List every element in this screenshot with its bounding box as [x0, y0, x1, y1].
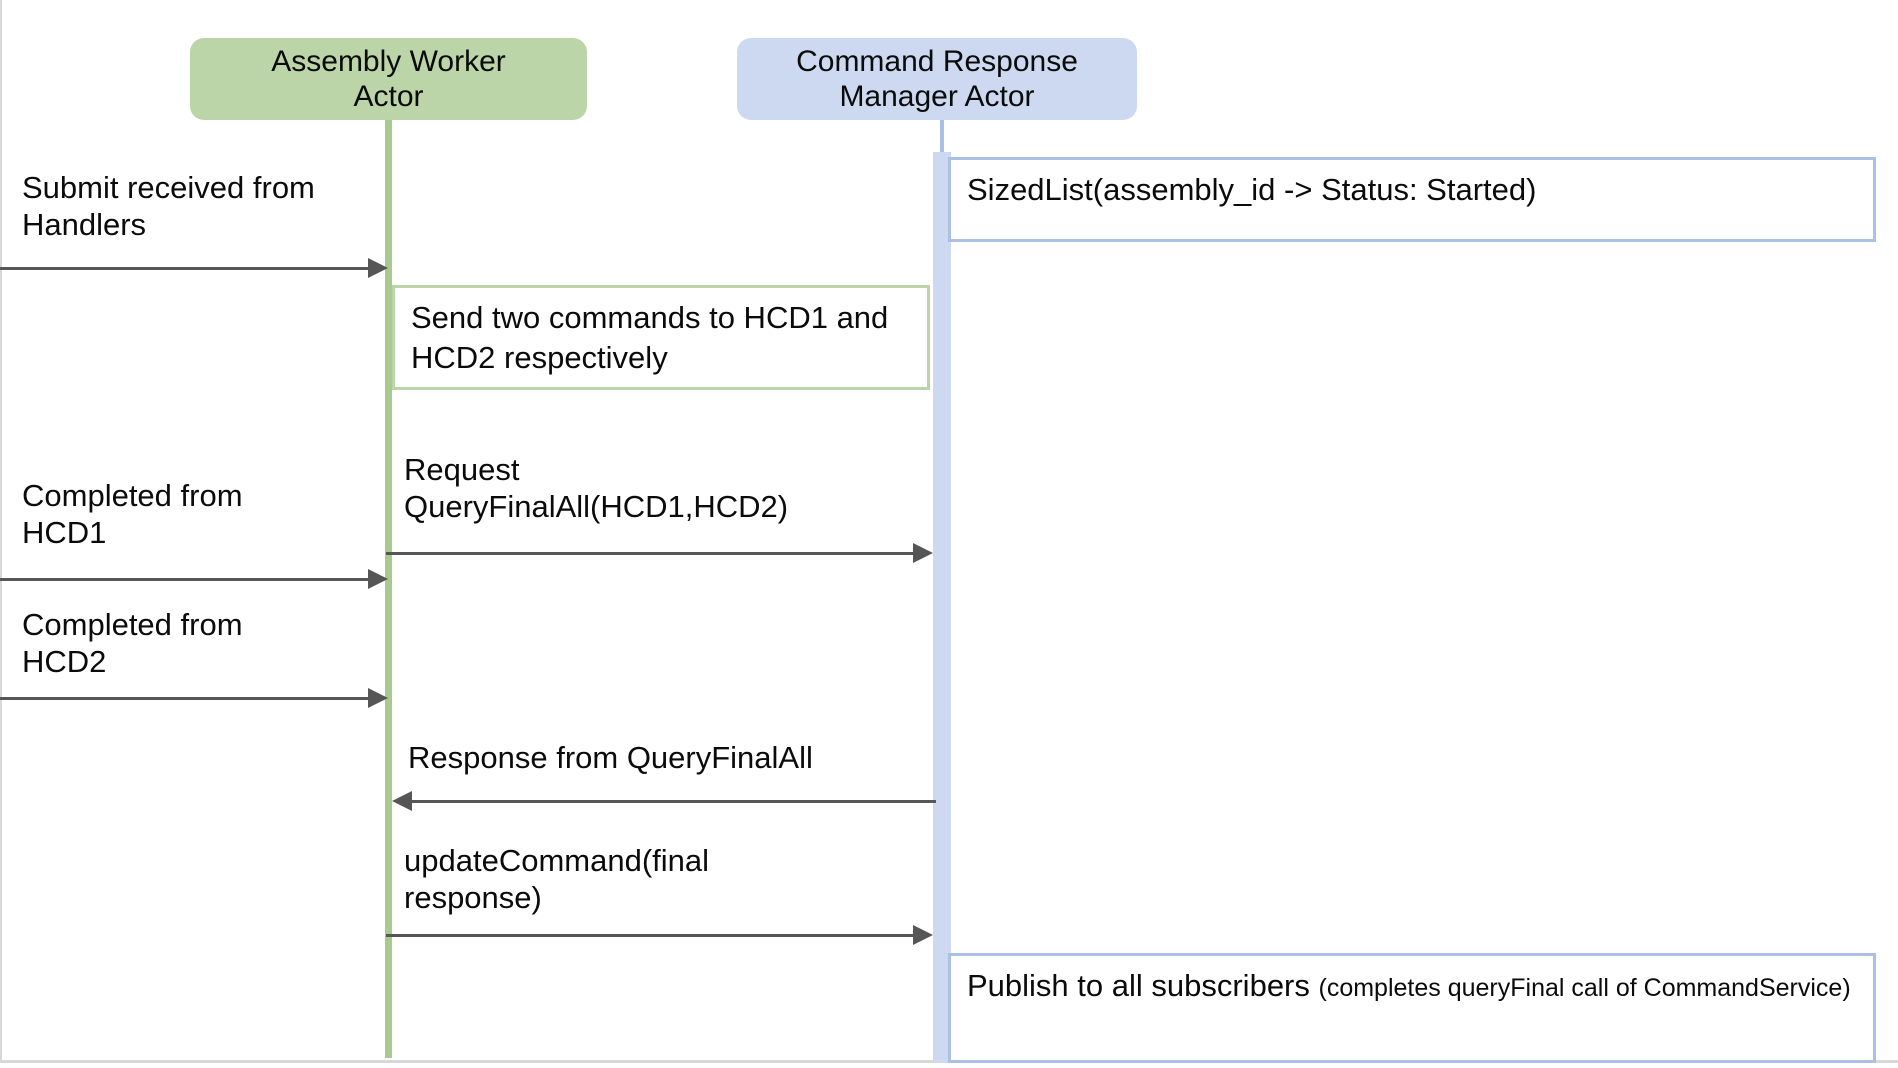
message-line-completed-hcd1 — [0, 578, 372, 581]
message-label-response-query-final-all: Response from QueryFinalAll — [408, 740, 813, 775]
message-arrowhead-completed-hcd2 — [368, 688, 388, 708]
message-arrowhead-request-query-final-all — [913, 543, 933, 563]
canvas-left-edge — [0, 0, 2, 1062]
message-line-completed-hcd2 — [0, 697, 372, 700]
participant-command-response-manager[interactable]: Command Response Manager Actor — [737, 38, 1137, 120]
message-line-update-command — [386, 934, 926, 937]
note-send-two-commands: Send two commands to HCD1 and HCD2 respe… — [392, 285, 930, 390]
message-label-submit-received: Submit received from Handlers — [22, 170, 315, 242]
note-publish-main-text: Publish to all subscribers — [967, 968, 1319, 1003]
message-label-request-query-final-all: Request QueryFinalAll(HCD1,HCD2) — [404, 452, 789, 524]
message-arrowhead-completed-hcd1 — [368, 569, 388, 589]
note-publish-to-all-subscribers: Publish to all subscribers (completes qu… — [948, 953, 1876, 1063]
message-arrowhead-update-command — [913, 925, 933, 945]
message-label-completed-hcd1: Completed from HCD1 — [22, 478, 243, 550]
sequence-diagram-canvas: Assembly Worker Actor Command Response M… — [0, 0, 1898, 1068]
message-arrowhead-submit-received — [368, 258, 388, 278]
participant-assembly-worker[interactable]: Assembly Worker Actor — [190, 38, 587, 120]
message-line-request-query-final-all — [386, 552, 926, 555]
note-publish-small-text: (completes queryFinal call of CommandSer… — [1318, 974, 1851, 1002]
message-line-submit-received — [0, 267, 372, 270]
message-label-update-command: updateCommand(final response) — [404, 843, 710, 915]
note-sized-list: SizedList(assembly_id -> Status: Started… — [948, 157, 1876, 242]
message-label-completed-hcd2: Completed from HCD2 — [22, 607, 243, 679]
activation-bar-crm-main — [933, 155, 951, 955]
message-arrowhead-response-query-final-all — [392, 791, 412, 811]
message-line-response-query-final-all — [398, 800, 936, 803]
